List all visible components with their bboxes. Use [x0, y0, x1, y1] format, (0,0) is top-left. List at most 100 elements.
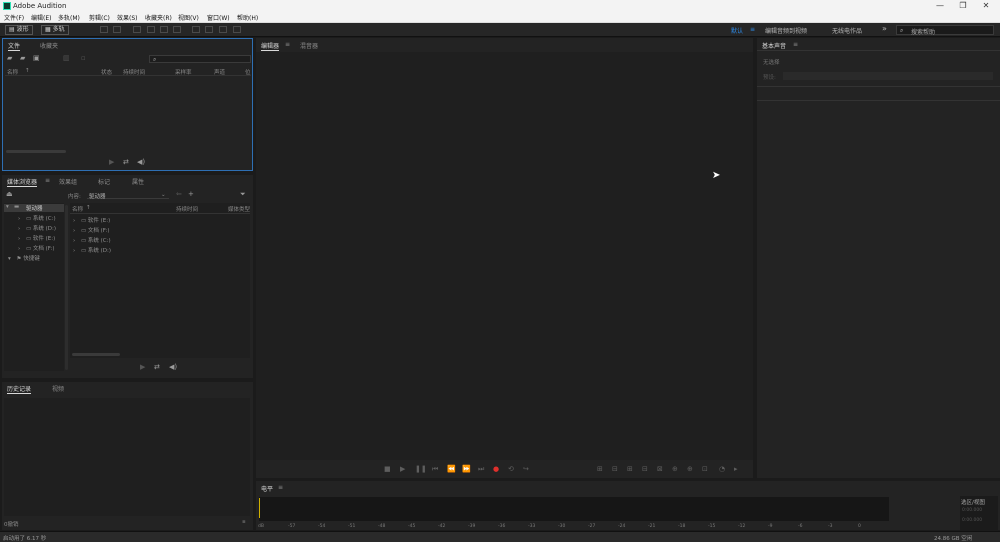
go-to-end-icon[interactable]: ⏭ — [478, 465, 484, 474]
col-duration[interactable]: 持续时间 — [176, 205, 198, 213]
import-file-icon[interactable]: ▰ — [20, 54, 25, 62]
tab-menu-icon[interactable]: ≡ — [285, 41, 290, 48]
menu-favorites[interactable]: 收藏夹(R) — [145, 13, 172, 22]
tree-item-drive[interactable]: › ▭ 系统 (C:) — [18, 214, 56, 222]
menu-multitrack[interactable]: 多轨(M) — [58, 13, 80, 22]
tab-history[interactable]: 历史记录 — [7, 384, 32, 394]
remove-file-icon[interactable]: ▫ — [81, 54, 86, 62]
workspace-default[interactable]: 默认 — [731, 26, 743, 35]
add-shortcut-icon[interactable]: + — [188, 190, 194, 198]
menu-help[interactable]: 帮助(H) — [237, 13, 258, 22]
menu-clip[interactable]: 剪辑(C) — [89, 13, 110, 22]
tab-media-browser[interactable]: 媒体浏览器 — [7, 177, 38, 187]
files-search-input[interactable]: ⌕ — [149, 55, 251, 63]
skip-selection-icon[interactable]: ↪ — [523, 465, 529, 473]
menu-file[interactable]: 文件(F) — [4, 13, 24, 22]
tab-menu-icon[interactable]: ≡ — [278, 484, 283, 491]
list-item[interactable]: › ▭ 系统 (D:) — [73, 246, 111, 254]
razor-tool-icon[interactable] — [147, 26, 155, 33]
menu-effects[interactable]: 效果(S) — [117, 13, 138, 22]
list-item[interactable]: › ▭ 软件 (E:) — [73, 216, 110, 224]
menu-edit[interactable]: 编辑(E) — [31, 13, 51, 22]
workspace-edit-audio-to-video[interactable]: 编辑音频到视频 — [765, 26, 807, 35]
tab-effects-rack[interactable]: 效果组 — [59, 177, 77, 186]
tree-item-drive[interactable]: › ▭ 文档 (F:) — [18, 244, 55, 252]
loop-playback-icon[interactable]: ⟲ — [508, 465, 514, 473]
pause-icon[interactable]: ❚❚ — [415, 465, 427, 473]
zoom-in-time-icon[interactable]: ⊞ — [627, 465, 633, 473]
tab-editor[interactable]: 编辑器 — [261, 41, 280, 51]
waveform-area[interactable] — [256, 52, 753, 460]
tree-item-drive[interactable]: › ▭ 系统 (D:) — [18, 224, 56, 232]
play-icon[interactable]: ▶ — [400, 465, 405, 473]
tab-mixer[interactable]: 混音器 — [300, 41, 318, 50]
spectral-frequency-icon[interactable] — [100, 26, 108, 33]
zoom-in-point-out-icon[interactable]: ⊕ — [687, 465, 693, 473]
zoom-out-time-icon[interactable]: ⊟ — [642, 465, 648, 473]
media-drive-icon[interactable]: ⏏ — [6, 190, 13, 198]
menu-window[interactable]: 窗口(W) — [207, 13, 230, 22]
col-media-type[interactable]: 媒体类型 — [228, 205, 250, 213]
zoom-out-full-icon[interactable]: ⊠ — [657, 465, 663, 473]
tree-item-shortcuts[interactable]: ▾ ⚑ 快捷键 — [8, 254, 40, 262]
multitrack-view-button[interactable]: ▦ 多轨 — [41, 25, 69, 35]
slip-tool-icon[interactable] — [160, 26, 168, 33]
tree-splitter[interactable] — [65, 205, 68, 370]
autoplay-speaker-icon[interactable]: ◀) — [169, 363, 177, 371]
stop-icon[interactable]: ■ — [384, 465, 391, 473]
tab-files[interactable]: 文件 — [8, 41, 21, 51]
brush-tool-icon[interactable] — [219, 26, 227, 33]
time-selection-tool-icon[interactable] — [173, 26, 181, 33]
delete-history-icon[interactable]: ▪ — [242, 519, 246, 525]
fast-forward-icon[interactable]: ⏩ — [462, 465, 471, 473]
minimize-button[interactable]: — — [929, 0, 951, 12]
files-horizontal-scrollbar[interactable] — [6, 150, 66, 153]
open-file-icon[interactable]: ▰ — [7, 54, 12, 62]
new-file-icon[interactable]: ▣ — [33, 54, 40, 62]
tree-item-drives[interactable]: ▾ ▬ 驱动器 — [4, 204, 64, 212]
content-dropdown[interactable]: 驱动器 ⌄ — [87, 191, 169, 200]
go-to-start-icon[interactable]: ⏮ — [432, 465, 438, 474]
play-preview-icon[interactable]: ▶ — [109, 158, 114, 166]
tab-markers[interactable]: 标记 — [98, 177, 110, 186]
lasso-tool-icon[interactable] — [205, 26, 213, 33]
tab-menu-icon[interactable]: ≡ — [793, 41, 798, 48]
record-icon[interactable]: ● — [493, 465, 499, 473]
zoom-settings-icon[interactable]: ▸ — [734, 465, 738, 473]
menu-view[interactable]: 视图(V) — [178, 13, 199, 22]
spot-healing-tool-icon[interactable] — [233, 26, 241, 33]
loop-preview-icon[interactable]: ⇄ — [154, 363, 160, 371]
list-item[interactable]: › ▭ 文档 (F:) — [73, 226, 110, 234]
navigate-back-icon[interactable]: ⇐ — [176, 190, 182, 198]
reset-zoom-icon[interactable]: ◔ — [719, 465, 725, 473]
preset-dropdown[interactable] — [783, 72, 993, 80]
waveform-view-button[interactable]: ▤ 波形 — [5, 25, 33, 35]
filter-icon[interactable]: ⏷ — [240, 190, 246, 199]
tab-favorites[interactable]: 收藏夹 — [40, 41, 58, 50]
insert-multitrack-icon[interactable]: ▥ — [63, 54, 70, 62]
tab-video[interactable]: 视频 — [52, 384, 64, 393]
tab-menu-icon[interactable]: ≡ — [45, 177, 50, 184]
col-name[interactable]: 名称 — [72, 205, 83, 213]
tree-item-drive[interactable]: › ▭ 软件 (E:) — [18, 234, 55, 242]
workspace-menu-icon[interactable]: ≡ — [750, 26, 755, 33]
list-item[interactable]: › ▭ 系统 (C:) — [73, 236, 111, 244]
maximize-button[interactable]: ❐ — [952, 0, 974, 12]
zoom-out-amplitude-icon[interactable]: ⊟ — [612, 465, 618, 473]
search-help-box[interactable]: ⌕ 搜索帮助 — [896, 25, 994, 36]
tab-properties[interactable]: 属性 — [132, 177, 144, 186]
rewind-icon[interactable]: ⏪ — [447, 465, 456, 473]
play-preview-icon[interactable]: ▶ — [140, 363, 145, 371]
close-button[interactable]: ✕ — [975, 0, 997, 12]
loop-preview-icon[interactable]: ⇄ — [123, 158, 129, 166]
zoom-in-amplitude-icon[interactable]: ⊞ — [597, 465, 603, 473]
marquee-tool-icon[interactable] — [192, 26, 200, 33]
list-horizontal-scrollbar[interactable] — [72, 353, 120, 356]
workspace-overflow-icon[interactable]: » — [882, 24, 887, 33]
workspace-radio-production[interactable]: 无线电作品 — [832, 26, 862, 35]
spectral-pitch-icon[interactable] — [113, 26, 121, 33]
autoplay-speaker-icon[interactable]: ◀) — [137, 158, 145, 166]
zoom-to-selection-icon[interactable]: ⊡ — [702, 465, 708, 473]
move-tool-icon[interactable] — [133, 26, 141, 33]
zoom-in-point-in-icon[interactable]: ⊕ — [672, 465, 678, 473]
